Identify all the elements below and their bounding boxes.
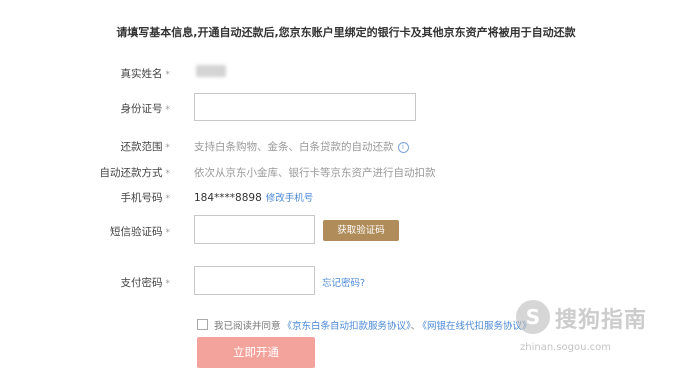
id-number-input[interactable]	[194, 93, 416, 121]
forgot-password-link[interactable]: 忘记密码?	[322, 275, 365, 289]
repay-scope-label: 还款范围 *	[120, 141, 171, 153]
sms-code-label: 短信验证码 *	[110, 226, 170, 238]
auto-repay-method-text: 依次从京东小金库、银行卡等京东资产进行自动扣款	[194, 167, 436, 179]
pay-password-label: 支付密码 *	[120, 277, 171, 289]
change-phone-link[interactable]: 修改手机号	[266, 193, 314, 204]
repay-scope-text: 支持白条购物、金条、白条贷款的自动还款 i	[194, 139, 409, 154]
agree-checkbox[interactable]	[197, 319, 208, 330]
phone-label: 手机号码 *	[120, 192, 171, 204]
agreement-link-2[interactable]: 《网银在线代扣服务协议》	[422, 321, 531, 332]
form-notice: 请填写基本信息,开通自动还款后,您京东账户里绑定的银行卡及其他京东资产将被用于自…	[116, 26, 576, 39]
info-icon[interactable]: i	[397, 142, 409, 153]
auto-repay-method-label: 自动还款方式 *	[99, 167, 171, 179]
watermark-url: zhinan.sogou.com	[520, 342, 612, 353]
agree-text: 我已阅读并同意	[214, 321, 281, 332]
open-now-button[interactable]: 立即开通	[197, 337, 315, 368]
sms-code-input[interactable]	[194, 215, 315, 244]
agreement-link-1[interactable]: 《京东白条自动扣款服务协议》	[283, 321, 411, 332]
get-sms-code-button[interactable]: 获取验证码	[323, 220, 399, 241]
phone-value: 184****8898	[194, 192, 262, 204]
pay-password-input[interactable]	[194, 266, 315, 295]
id-number-label: 身份证号 *	[120, 103, 171, 115]
real-name-label: 真实姓名 *	[120, 68, 171, 80]
agreement-row: 我已阅读并同意 《京东白条自动扣款服务协议》、 《网银在线代扣服务协议》	[197, 318, 532, 332]
watermark-text: 搜狗指南	[555, 308, 648, 333]
agreement-separator: 、	[410, 321, 421, 332]
sogou-logo-icon: S	[516, 300, 550, 334]
masked-name-value	[196, 65, 226, 77]
phone-row: 184****8898 修改手机号	[194, 190, 313, 204]
